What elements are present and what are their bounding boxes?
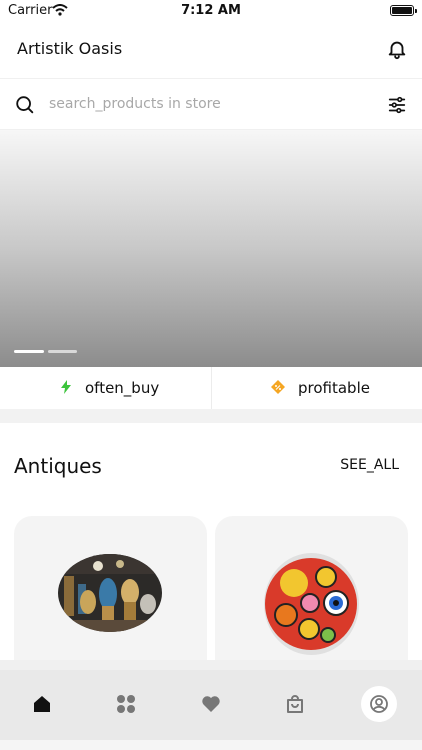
quick-links-row: often_buy profitable bbox=[0, 367, 422, 409]
quick-link-label: profitable bbox=[298, 379, 370, 397]
see-all-link[interactable]: SEE_ALL bbox=[340, 457, 399, 473]
search-icon[interactable] bbox=[14, 94, 36, 116]
heart-icon bbox=[202, 696, 220, 712]
product-image bbox=[58, 554, 162, 632]
tab-cart[interactable] bbox=[277, 686, 313, 722]
profile-icon bbox=[370, 695, 388, 713]
product-image bbox=[264, 553, 359, 655]
section-divider bbox=[0, 409, 422, 423]
discount-tag-icon bbox=[271, 380, 285, 394]
carousel-dot[interactable] bbox=[48, 350, 77, 353]
tab-home[interactable] bbox=[24, 686, 60, 722]
quick-link-often-buy[interactable]: often_buy bbox=[0, 367, 211, 409]
filter-sliders-icon[interactable] bbox=[386, 94, 408, 116]
clock: 7:12 AM bbox=[181, 3, 241, 18]
search-input[interactable]: search_products in store bbox=[49, 96, 221, 112]
bag-icon bbox=[287, 695, 303, 713]
search-bar[interactable]: search_products in store bbox=[0, 78, 422, 130]
tab-categories[interactable] bbox=[108, 686, 144, 722]
section-header: Antiques SEE_ALL bbox=[0, 423, 422, 483]
bell-icon[interactable] bbox=[386, 38, 408, 60]
tab-profile[interactable] bbox=[361, 686, 397, 722]
bottom-tab-bar bbox=[0, 660, 422, 750]
section-title: Antiques bbox=[14, 454, 102, 478]
home-icon bbox=[34, 696, 50, 712]
promo-banner[interactable] bbox=[0, 130, 422, 367]
status-bar: Carrier 7:12 AM bbox=[0, 0, 422, 22]
app-header: Artistik Oasis bbox=[0, 22, 422, 78]
lightning-icon bbox=[61, 380, 71, 394]
home-indicator bbox=[0, 740, 422, 750]
grid-icon bbox=[117, 695, 135, 713]
quick-link-label: often_buy bbox=[85, 379, 160, 397]
tab-favorites[interactable] bbox=[193, 686, 229, 722]
page-title: Artistik Oasis bbox=[17, 39, 123, 58]
carousel-dot-active[interactable] bbox=[14, 350, 44, 353]
battery-icon bbox=[390, 5, 417, 16]
quick-link-profitable[interactable]: profitable bbox=[211, 367, 422, 409]
